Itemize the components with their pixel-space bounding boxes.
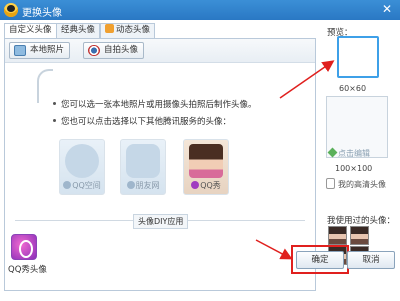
annotation-arrows bbox=[255, 60, 335, 260]
arrow-to-ok bbox=[255, 239, 293, 260]
arrow-to-preview bbox=[279, 60, 335, 99]
